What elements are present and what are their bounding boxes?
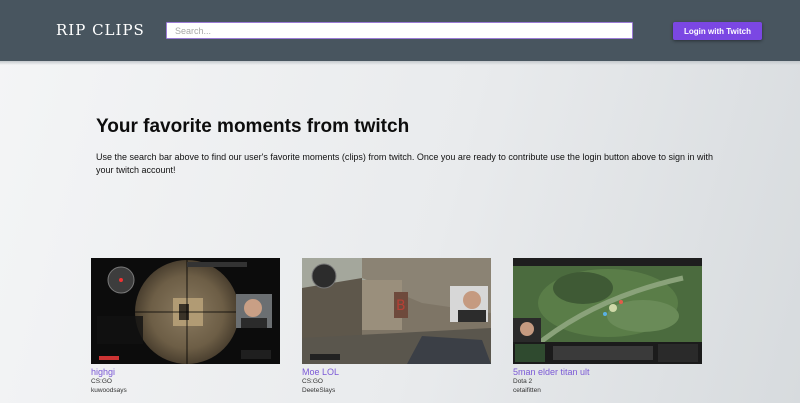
clip-user[interactable]: DeeteSlays [302,387,491,396]
clip-game: CS:GO [91,378,112,385]
navbar-shadow [0,61,800,65]
clip-thumbnail[interactable]: B [302,258,491,364]
clip-user[interactable]: kuwoodsays [91,387,280,396]
svg-text:B: B [396,298,406,314]
clip-card: highgi CS:GO kuwoodsays [91,258,280,395]
clip-card: B Moe LOL CS:GO DeeteSlays [302,258,491,395]
top-navbar: RIP CLIPS Login with Twitch [0,0,800,61]
site-logo[interactable]: RIP CLIPS [56,21,145,39]
clip-title-link[interactable]: 5man elder titan ult [513,367,702,378]
clip-thumbnail[interactable] [91,258,280,364]
clip-game: CS:GO [302,378,323,385]
clip-title-link[interactable]: highgi [91,367,280,378]
clip-user[interactable]: cetaifitten [513,387,702,396]
search-input[interactable] [166,22,633,39]
clip-card: 5man elder titan ult Dota 2 cetaifitten [513,258,702,395]
login-with-twitch-button[interactable]: Login with Twitch [673,22,762,40]
page-description: Use the search bar above to find our use… [96,152,714,175]
clip-game: Dota 2 [513,378,533,385]
page-title: Your favorite moments from twitch [96,116,410,137]
clip-thumbnail[interactable] [513,258,702,364]
clip-title-link[interactable]: Moe LOL [302,367,491,378]
